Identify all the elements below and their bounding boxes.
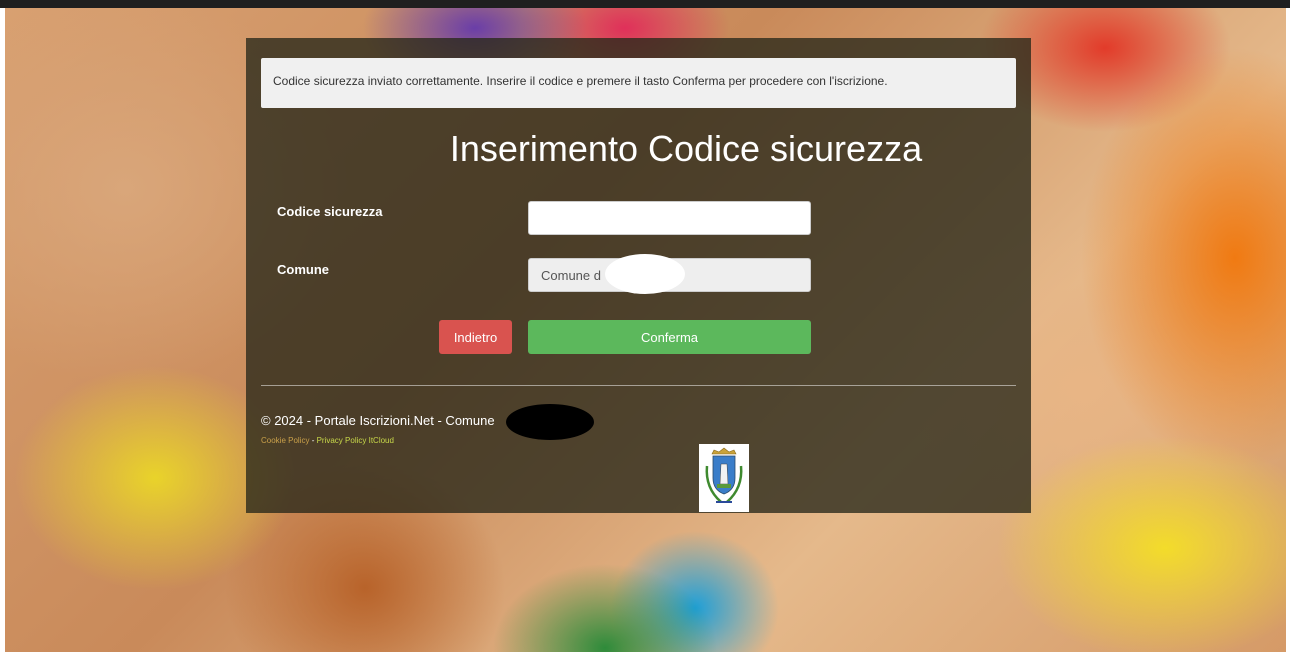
- footer-divider: [261, 385, 1016, 386]
- municipal-crest-icon: [699, 444, 749, 512]
- browser-top-bar: [0, 0, 1290, 8]
- info-alert: Codice sicurezza inviato correttamente. …: [261, 58, 1016, 108]
- redaction-mark-comune: [605, 254, 685, 294]
- cookie-policy-link[interactable]: Cookie Policy: [261, 436, 309, 445]
- privacy-policy-link[interactable]: Privacy Policy ItCloud: [317, 436, 394, 445]
- confirm-button[interactable]: Conferma: [528, 320, 811, 354]
- info-alert-message: Codice sicurezza inviato correttamente. …: [273, 74, 888, 88]
- security-code-label: Codice sicurezza: [277, 204, 383, 219]
- security-code-input[interactable]: [528, 201, 811, 235]
- back-button[interactable]: Indietro: [439, 320, 512, 354]
- page-title: Inserimento Codice sicurezza: [449, 128, 923, 169]
- footer-link-separator: -: [309, 436, 317, 445]
- redaction-mark-footer: [506, 404, 594, 440]
- footer-links: Cookie Policy - Privacy Policy ItCloud: [261, 436, 394, 445]
- comune-label: Comune: [277, 262, 329, 277]
- footer-copyright: © 2024 - Portale Iscrizioni.Net - Comune: [261, 413, 495, 428]
